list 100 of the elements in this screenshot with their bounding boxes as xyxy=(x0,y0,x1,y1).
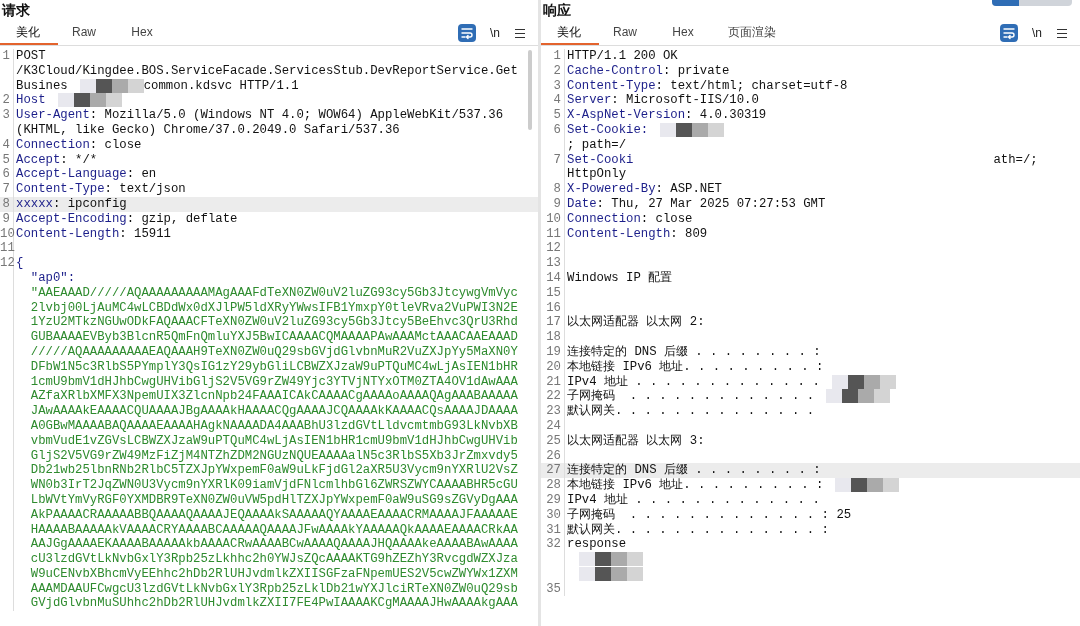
string-value: /////AQAAAAAAAAAEAQAAAH9TeXN0ZW0uQ29sbGVjdGlvbnMuR2VuZXJpYy5MaXN0Y xyxy=(29,344,518,359)
editor-tab[interactable]: Hex xyxy=(120,21,164,45)
wrap-lines-icon[interactable] xyxy=(458,24,476,42)
header-name: X-AspNet-Version xyxy=(567,108,686,123)
header-name: Connection xyxy=(16,137,90,152)
line-number: 21 xyxy=(546,374,561,389)
string-value: JAwAAAAkEAAAACQUAAAAJBgAAAAkHAAAACQgAAAAJCQAAAAkKAAAACQsAAAAJDAAAA xyxy=(29,404,518,419)
wrap-lines-icon[interactable] xyxy=(1000,24,1018,42)
code-text: 连接特定的 DNS 后缀 . . . . . . . . : xyxy=(567,463,821,478)
code-text: IPv4 地址 . . . . . . . . . . . . . xyxy=(567,492,820,507)
code-text: : Thu, 27 Mar 2025 07:27:53 GMT xyxy=(596,196,826,211)
editor-tab[interactable]: Raw xyxy=(62,21,106,45)
newline-toggle[interactable]: \n xyxy=(1032,24,1042,42)
panel-title: 响应 xyxy=(543,1,571,20)
code-text: common.kdsvc HTTP/1.1 xyxy=(143,78,299,93)
code-text: : close xyxy=(89,137,142,152)
code-text: : 809 xyxy=(670,226,708,241)
layout-toggle-group[interactable] xyxy=(992,0,1072,6)
string-value: LbWVtYmVyRGF0YXMDBR9TeXN0ZW0uVW5pdHlTZXJpYWxpemF0aW9uSG9sZGVyDgAAA xyxy=(29,492,518,507)
code-text: 本地链接 IPv6 地址. . . . . . . . . : xyxy=(567,359,824,374)
code-text: : 4.0.30319 xyxy=(685,108,767,123)
string-value: HAAAABAAAAAkVAAAACRYAAAABCAAAAAQAAAAJFwAAAAkYAAAAAQkAAAAEAAAACRkAA xyxy=(29,522,518,537)
header-name: Content-Type xyxy=(16,182,105,197)
code-text: : ipconfig xyxy=(52,196,127,211)
line-number: 15 xyxy=(546,285,561,300)
string-value: Db21wb25lbnRNb2RlbC5TZXJpYWxpemF0aW9uLkFjdGl2aXR5U3Vycm9nYXRlU2VsZ xyxy=(29,463,518,478)
mosaic-redaction xyxy=(57,93,122,108)
code-text: : en xyxy=(126,167,157,182)
code-text: : Microsoft-IIS/10.0 xyxy=(611,93,759,108)
string-value: AZfaXRlbXMFX3NpemUIX3ZlcnNpb24FAAAICAkCAAAACgAAAAoAAAAQAgAAABAAAAA xyxy=(29,389,518,404)
line-number: 18 xyxy=(546,330,561,345)
header-name: "ap0": xyxy=(29,270,76,285)
string-value: 2lvbj00LjAuMC4wLCBDdWx0dXJlPW5ldXRyYWwsIFB1YmxpY0tleVRva2VuPWI3N2E xyxy=(29,300,518,315)
scrollbar-thumb[interactable] xyxy=(528,50,532,130)
line-number: 5 xyxy=(2,152,10,167)
line-number: 12 xyxy=(0,256,15,271)
code-text: 以太网适配器 以太网 3: xyxy=(567,433,705,448)
string-value: GUBAAAAEVByb3BlcnR5QmFnQmluYXJ5BwICAAAACQMAAAAPAwAAAMctAAACAAEAAAD xyxy=(29,330,518,345)
code-text: POST xyxy=(16,49,46,63)
line-number: 10 xyxy=(546,211,561,226)
line-number: 9 xyxy=(553,196,561,211)
code-text: : Mozilla/5.0 (Windows NT 4.0; WOW64) AppleWebKit/537.36 xyxy=(89,108,504,123)
string-value: cU3lzdGVtLkNvbGxlY3Rpb25zLkhhc2h0YWJsZQcAAAAKTG9hZEZhY3RvcgdWZXJza xyxy=(29,552,518,567)
menu-icon[interactable] xyxy=(514,27,526,39)
line-number: 28 xyxy=(546,478,561,493)
code-text: 连接特定的 DNS 后缀 . . . . . . . . : xyxy=(567,344,821,359)
code-text: IPv4 地址 . . . . . . . . . . . . . xyxy=(567,374,820,389)
editor-tab[interactable]: 美化 xyxy=(541,21,599,45)
line-number: 11 xyxy=(546,226,561,241)
editor-tab[interactable]: 美化 xyxy=(0,21,58,45)
editor-tab[interactable]: Hex xyxy=(661,21,705,45)
string-value: A0GBwMAAAABAQAAAAEAAAAHAgkNAAAADA4AAABhU3lzdGVtLldvcmtmbG93LkNvbXB xyxy=(29,418,518,433)
header-name: Content-Type xyxy=(567,78,656,93)
line-number: 6 xyxy=(2,167,10,182)
header-name: Content-Length xyxy=(16,226,120,241)
string-value: W9uCENvbXBhcmVyEEhhc2hDb2RlUHJvdmlkZXIISGFzaFNpemUES2V5cwZWYWx1ZXM xyxy=(29,566,518,581)
line-number: 24 xyxy=(546,418,561,433)
line-number: 12 xyxy=(546,241,561,256)
code-text: HTTP/1.1 200 OK xyxy=(567,49,678,63)
line-number: 4 xyxy=(553,93,561,108)
line-number: 1 xyxy=(2,49,10,63)
code-text: HttpOnly xyxy=(567,167,627,182)
line-number: 13 xyxy=(546,256,561,271)
code-text: : text/json xyxy=(104,182,186,197)
code-text: 本地链接 IPv6 地址. . . . . . . . . : xyxy=(567,478,824,493)
line-number: 2 xyxy=(2,93,10,108)
line-number: 19 xyxy=(546,344,561,359)
line-number: 29 xyxy=(546,492,561,507)
header-name: Server xyxy=(567,93,612,108)
code-text: : private xyxy=(662,63,730,78)
line-number: 32 xyxy=(546,537,561,552)
mosaic-redaction xyxy=(579,552,643,567)
line-number: 16 xyxy=(546,300,561,315)
mosaic-redaction xyxy=(660,123,725,137)
mosaic-redaction xyxy=(579,566,643,581)
line-number: 2 xyxy=(553,63,561,78)
header-name: { xyxy=(16,256,24,271)
line-number: 10 xyxy=(0,226,15,241)
line-number: 5 xyxy=(553,108,561,123)
line-number: 4 xyxy=(2,137,10,152)
line-number: 14 xyxy=(546,270,561,285)
code-text: response xyxy=(567,537,627,552)
editor-tab[interactable]: 页面渲染 xyxy=(719,21,785,45)
line-number: 20 xyxy=(546,359,561,374)
line-number: 6 xyxy=(553,123,561,137)
menu-icon[interactable] xyxy=(1056,27,1068,39)
editor-tab[interactable]: Raw xyxy=(603,21,647,45)
line-number: 8 xyxy=(2,196,10,211)
line-number: 11 xyxy=(0,241,15,256)
line-number: 30 xyxy=(546,507,561,522)
line-number: 3 xyxy=(2,108,10,123)
string-value: vbmVudE1vZGVsLCBWZXJzaW9uPTQuMC4wLjAsIEN1bHR1cmU9bmV1dHJhbCwgUHVib xyxy=(29,433,518,448)
line-number: 17 xyxy=(546,315,561,330)
newline-toggle[interactable]: \n xyxy=(490,24,500,42)
line-number: 27 xyxy=(546,463,561,478)
line-number: 22 xyxy=(546,389,561,404)
code-text: : gzip, deflate xyxy=(126,211,238,226)
string-value: GVjdGlvbnMuSUhhc2hDb2RlUHJvdmlkZXII7FE4PwIAAAAKCgMAAAAJHwAAAAkgAAA xyxy=(29,596,518,611)
line-number: 8 xyxy=(553,182,561,197)
header-name: Accept xyxy=(16,152,61,167)
